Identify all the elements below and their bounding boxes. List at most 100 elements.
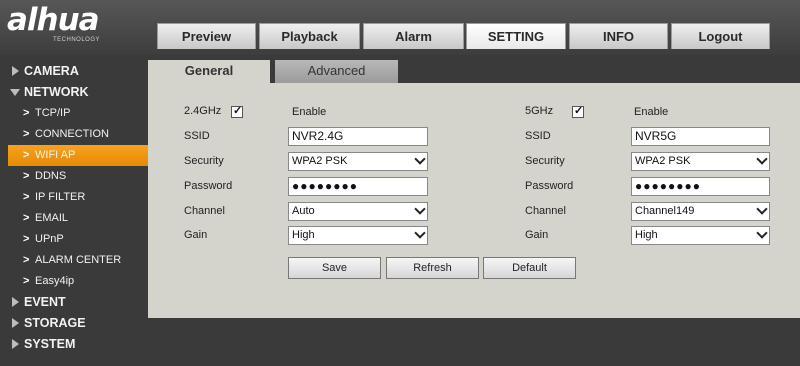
chevron-right-icon: > — [23, 149, 30, 161]
band-5-security-value: WPA2 PSK — [635, 155, 691, 167]
triangle-right-icon — [12, 339, 19, 349]
band-24-channel-label: Channel — [184, 205, 225, 217]
sidebar-item-label: IP FILTER — [35, 191, 86, 203]
sidebar-item-label: DDNS — [35, 170, 67, 182]
sidebar-item-upnp[interactable]: > UPnP — [0, 229, 148, 250]
band-24-label: 2.4GHz — [184, 105, 222, 117]
tab-info[interactable]: INFO — [569, 23, 668, 49]
sidebar-item-label: WIFI AP — [35, 149, 76, 161]
band-24-security-value: WPA2 PSK — [292, 155, 348, 167]
tab-alarm[interactable]: Alarm — [363, 23, 464, 49]
sidebar-section-storage[interactable]: STORAGE — [0, 313, 148, 334]
chevron-right-icon: > — [23, 212, 30, 224]
band-24-security-select[interactable]: WPA2 PSK — [288, 152, 428, 171]
band-5-security-label: Security — [525, 155, 565, 167]
chevron-down-icon — [756, 203, 768, 215]
triangle-down-icon — [10, 89, 20, 96]
band-5-security-select[interactable]: WPA2 PSK — [631, 152, 770, 171]
tab-general[interactable]: General — [148, 60, 270, 83]
sidebar-section-label: EVENT — [24, 295, 66, 309]
save-button[interactable]: Save — [288, 257, 381, 279]
sidebar: CAMERA NETWORK > TCP/IP > CONNECTION > W… — [0, 55, 148, 366]
sidebar-section-label: SYSTEM — [24, 337, 76, 351]
default-button[interactable]: Default — [483, 257, 576, 279]
chevron-down-icon — [414, 153, 426, 165]
chevron-right-icon: > — [23, 107, 30, 119]
tab-setting[interactable]: SETTING — [466, 23, 566, 49]
band-24-security-label: Security — [184, 155, 224, 167]
band-5-enable-checkbox[interactable]: ✓ — [572, 105, 584, 118]
sidebar-item-label: EMAIL — [35, 212, 69, 224]
sidebar-item-ip-filter[interactable]: > IP FILTER — [0, 187, 148, 208]
chevron-down-icon — [414, 227, 426, 239]
chevron-right-icon: > — [23, 233, 30, 245]
chevron-right-icon: > — [23, 170, 30, 182]
sidebar-item-label: UPnP — [35, 233, 64, 245]
checkmark-icon: ✓ — [233, 105, 243, 117]
sidebar-item-easy4ip[interactable]: > Easy4ip — [0, 271, 148, 292]
tab-advanced[interactable]: Advanced — [275, 60, 398, 83]
band-5-password-label: Password — [525, 180, 574, 192]
content-footer — [148, 318, 800, 366]
sidebar-section-event[interactable]: EVENT — [0, 292, 148, 313]
band-24-channel-select[interactable]: Auto — [288, 202, 428, 221]
chevron-down-icon — [756, 153, 768, 165]
chevron-right-icon: > — [23, 275, 30, 287]
tab-logout[interactable]: Logout — [671, 23, 770, 49]
sidebar-item-label: ALARM CENTER — [35, 254, 122, 266]
sidebar-section-network[interactable]: NETWORK — [0, 82, 148, 103]
sidebar-item-tcpip[interactable]: > TCP/IP — [0, 103, 148, 124]
chevron-right-icon: > — [23, 128, 30, 140]
checkmark-icon: ✓ — [574, 105, 584, 117]
triangle-right-icon — [12, 66, 19, 76]
band-24-gain-value: High — [292, 229, 315, 241]
top-header: alhua TECHNOLOGY Preview Playback Alarm … — [0, 0, 800, 55]
sidebar-item-label: TCP/IP — [35, 107, 71, 119]
chevron-down-icon — [756, 227, 768, 239]
wifi-ap-panel: General Advanced 2.4GHz ✓ Enable SSID NV… — [148, 60, 800, 318]
band-24-password-input[interactable]: ●●●●●●●● — [288, 177, 428, 196]
band-24-ssid-label: SSID — [184, 130, 210, 142]
sidebar-item-wifi-ap[interactable]: > WIFI AP — [8, 145, 148, 166]
sidebar-item-label: Easy4ip — [35, 275, 75, 287]
band-5-gain-value: High — [635, 229, 658, 241]
chevron-right-icon: > — [23, 254, 30, 266]
refresh-button[interactable]: Refresh — [386, 257, 479, 279]
band-5-label: 5GHz — [525, 105, 554, 117]
sidebar-section-system[interactable]: SYSTEM — [0, 334, 148, 355]
band-24-gain-label: Gain — [184, 229, 208, 241]
sidebar-item-connection[interactable]: > CONNECTION — [0, 124, 148, 145]
band-5-channel-label: Channel — [525, 205, 566, 217]
band-24-gain-select[interactable]: High — [288, 226, 428, 245]
sidebar-item-label: CONNECTION — [35, 128, 109, 140]
band-24-enable-checkbox[interactable]: ✓ — [231, 105, 243, 118]
band-5-enable-label: Enable — [634, 106, 669, 118]
brand-logo: alhua TECHNOLOGY — [7, 2, 127, 46]
brand-name: alhua — [7, 2, 100, 38]
band-24-enable-label: Enable — [292, 106, 327, 118]
band-5-channel-select[interactable]: Channel149 — [631, 202, 770, 221]
sidebar-section-label: CAMERA — [24, 64, 79, 78]
sidebar-item-alarm-center[interactable]: > ALARM CENTER — [0, 250, 148, 271]
band-5-ssid-input[interactable]: NVR5G — [631, 127, 770, 146]
band-5-ssid-label: SSID — [525, 130, 551, 142]
sidebar-item-email[interactable]: > EMAIL — [0, 208, 148, 229]
sidebar-section-label: NETWORK — [24, 85, 89, 99]
band-5-gain-select[interactable]: High — [631, 226, 770, 245]
tab-playback[interactable]: Playback — [259, 23, 360, 49]
chevron-down-icon — [414, 203, 426, 215]
brand-tagline: TECHNOLOGY — [53, 37, 101, 43]
triangle-right-icon — [12, 297, 19, 307]
band-5-password-input[interactable]: ●●●●●●●● — [631, 177, 770, 196]
band-24-channel-value: Auto — [292, 205, 315, 217]
band-5-channel-value: Channel149 — [635, 205, 695, 217]
band-24-ssid-input[interactable]: NVR2.4G — [288, 127, 428, 146]
triangle-right-icon — [12, 318, 19, 328]
sidebar-section-camera[interactable]: CAMERA — [0, 61, 148, 82]
tab-preview[interactable]: Preview — [157, 23, 256, 49]
band-24-password-label: Password — [184, 180, 233, 192]
sidebar-item-ddns[interactable]: > DDNS — [0, 166, 148, 187]
band-5-gain-label: Gain — [525, 229, 549, 241]
sidebar-section-label: STORAGE — [24, 316, 86, 330]
chevron-right-icon: > — [23, 191, 30, 203]
